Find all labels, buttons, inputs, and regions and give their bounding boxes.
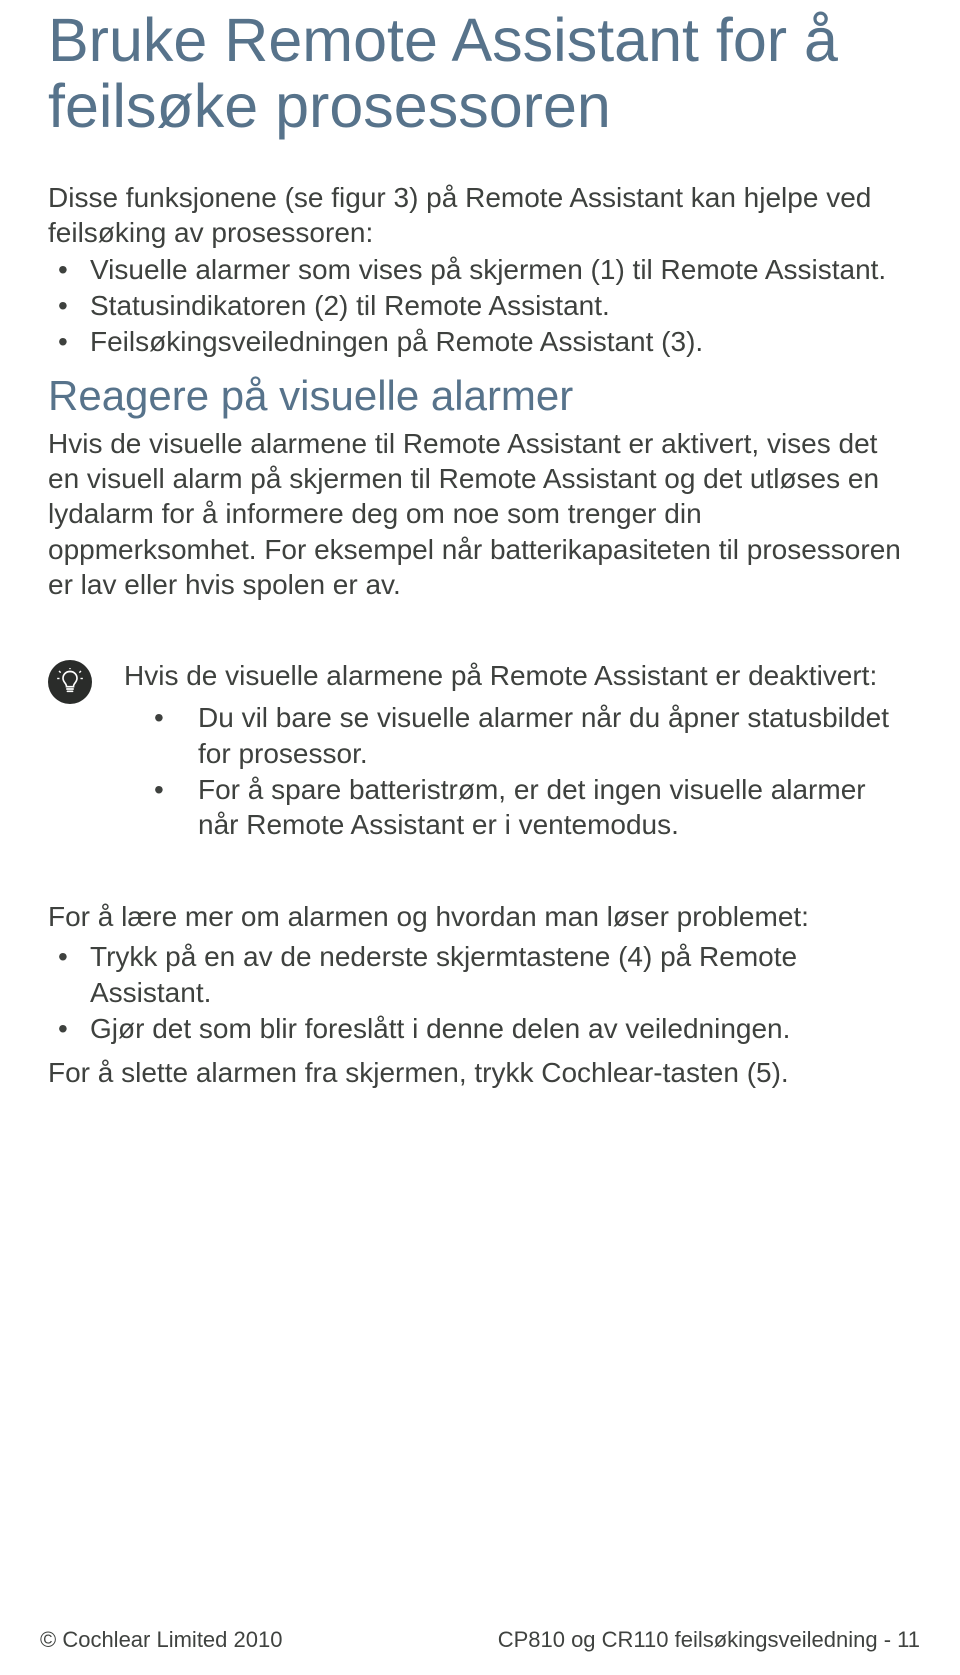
tip-icon-wrap — [48, 658, 124, 704]
footer-right: CP810 og CR110 feilsøkingsveiledning - 1… — [498, 1627, 920, 1653]
list-item: Feilsøkingsveiledningen på Remote Assist… — [48, 324, 912, 360]
title-line-1: Bruke Remote Assistant for å — [48, 6, 838, 74]
list-item: Gjør det som blir foreslått i denne dele… — [48, 1011, 912, 1047]
list-item: Trykk på en av de nederste skjermtastene… — [48, 939, 912, 1011]
intro-bullet-list: Visuelle alarmer som vises på skjermen (… — [48, 252, 912, 359]
learn-more-lead: For å lære mer om alarmen og hvordan man… — [48, 899, 912, 935]
tip-bullet-list: Du vil bare se visuelle alarmer når du å… — [124, 700, 912, 843]
footer-left: © Cochlear Limited 2010 — [40, 1627, 282, 1653]
final-paragraph: For å slette alarmen fra skjermen, trykk… — [48, 1055, 912, 1091]
learn-more-bullet-list: Trykk på en av de nederste skjermtastene… — [48, 939, 912, 1046]
page-footer: © Cochlear Limited 2010 CP810 og CR110 f… — [40, 1627, 920, 1653]
tip-content: Hvis de visuelle alarmene på Remote Assi… — [124, 658, 912, 843]
tip-block: Hvis de visuelle alarmene på Remote Assi… — [48, 658, 912, 843]
document-page: Bruke Remote Assistant for å feilsøke pr… — [0, 0, 960, 1675]
intro-paragraph: Disse funksjonene (se figur 3) på Remote… — [48, 180, 912, 251]
title-line-2: feilsøke prosessoren — [48, 72, 611, 140]
subheading: Reagere på visuelle alarmer — [48, 372, 912, 420]
list-item: Du vil bare se visuelle alarmer når du å… — [124, 700, 912, 772]
list-item: Visuelle alarmer som vises på skjermen (… — [48, 252, 912, 288]
lightbulb-icon — [48, 660, 92, 704]
list-item: For å spare batteristrøm, er det ingen v… — [124, 772, 912, 844]
tip-lead: Hvis de visuelle alarmene på Remote Assi… — [124, 658, 912, 694]
list-item: Statusindikatoren (2) til Remote Assista… — [48, 288, 912, 324]
body-paragraph: Hvis de visuelle alarmene til Remote Ass… — [48, 426, 912, 602]
page-title: Bruke Remote Assistant for å feilsøke pr… — [48, 0, 912, 140]
